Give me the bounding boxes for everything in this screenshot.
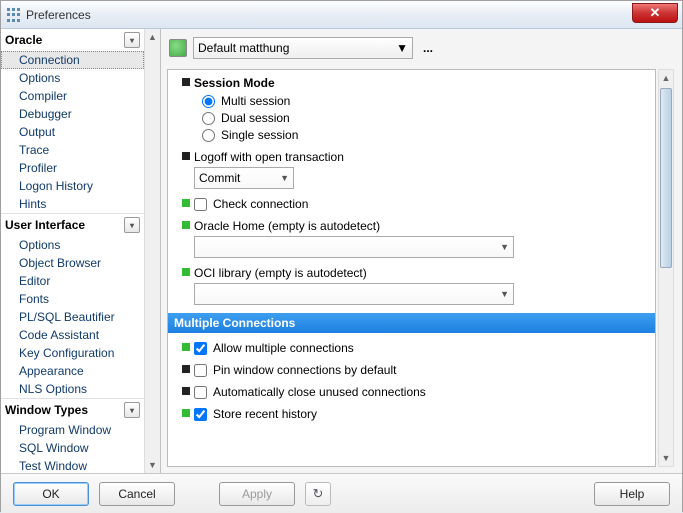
preferences-window: Preferences ✕ Oracle ▾ Connection Option…: [0, 0, 683, 512]
logoff-combo[interactable]: Commit ▼: [194, 167, 294, 189]
sidebar-item-test-window[interactable]: Test Window: [1, 457, 144, 473]
change-marker-icon: [182, 387, 190, 395]
profile-row: Default matthung ▼ ...: [167, 35, 676, 67]
scroll-down-icon[interactable]: ▼: [659, 450, 673, 466]
preferences-icon: [7, 8, 21, 22]
chevron-down-icon: ▼: [280, 173, 289, 183]
sidebar-item-output[interactable]: Output: [1, 123, 144, 141]
change-marker-icon: [182, 409, 190, 417]
oci-library-label: OCI library (empty is autodetect): [194, 266, 647, 280]
radio-input[interactable]: [202, 129, 215, 142]
checkbox-input[interactable]: [194, 386, 207, 399]
help-button[interactable]: Help: [594, 482, 670, 506]
chevron-down-icon: ▼: [500, 289, 509, 299]
scroll-up-icon[interactable]: ▲: [146, 29, 160, 45]
sidebar-item-sql-window[interactable]: SQL Window: [1, 439, 144, 457]
reset-button[interactable]: ↻: [305, 482, 331, 506]
change-marker-icon: [182, 199, 190, 207]
scroll-thumb[interactable]: [660, 88, 672, 268]
change-marker-icon: [182, 152, 190, 160]
radio-single-session[interactable]: Single session: [202, 128, 647, 142]
checkbox-input[interactable]: [194, 198, 207, 211]
profile-more-button[interactable]: ...: [419, 41, 437, 55]
profile-select[interactable]: Default matthung ▼: [193, 37, 413, 59]
sidebar-item-compiler[interactable]: Compiler: [1, 87, 144, 105]
change-marker-icon: [182, 268, 190, 276]
cancel-button[interactable]: Cancel: [99, 482, 175, 506]
sidebar-item-program-window[interactable]: Program Window: [1, 421, 144, 439]
sidebar-item-options[interactable]: Options: [1, 69, 144, 87]
dialog-footer: OK Cancel Apply ↻ Help: [1, 473, 682, 513]
content-area: Default matthung ▼ ... Session Mode Mult…: [161, 29, 682, 473]
sidebar-item-nls-options[interactable]: NLS Options: [1, 380, 144, 398]
radio-input[interactable]: [202, 95, 215, 108]
sidebar-item-hints[interactable]: Hints: [1, 195, 144, 213]
sidebar-item-appearance[interactable]: Appearance: [1, 362, 144, 380]
allow-multiple-row[interactable]: Allow multiple connections: [194, 341, 647, 355]
sidebar-item-logon-history[interactable]: Logon History: [1, 177, 144, 195]
ok-button[interactable]: OK: [13, 482, 89, 506]
category-window-types[interactable]: Window Types ▾: [1, 398, 144, 421]
sidebar-item-debugger[interactable]: Debugger: [1, 105, 144, 123]
category-user-interface[interactable]: User Interface ▾: [1, 213, 144, 236]
radio-multi-session[interactable]: Multi session: [202, 94, 647, 108]
settings-pane: Session Mode Multi session Dual session …: [167, 69, 656, 467]
check-connection-row[interactable]: Check connection: [194, 197, 647, 211]
chevron-down-icon: ▼: [396, 41, 408, 55]
change-marker-icon: [182, 221, 190, 229]
sidebar-item-key-configuration[interactable]: Key Configuration: [1, 344, 144, 362]
change-marker-icon: [182, 365, 190, 373]
multiple-connections-header: Multiple Connections: [168, 313, 655, 333]
logoff-label: Logoff with open transaction: [194, 150, 647, 164]
checkbox-input[interactable]: [194, 408, 207, 421]
oracle-home-combo[interactable]: ▼: [194, 236, 514, 258]
scroll-down-icon[interactable]: ▼: [146, 457, 160, 473]
store-history-row[interactable]: Store recent history: [194, 407, 647, 421]
auto-close-row[interactable]: Automatically close unused connections: [194, 385, 647, 399]
pin-window-row[interactable]: Pin window connections by default: [194, 363, 647, 377]
close-button[interactable]: ✕: [632, 3, 678, 23]
checkbox-input[interactable]: [194, 364, 207, 377]
category-oracle[interactable]: Oracle ▾: [1, 29, 144, 51]
oci-library-combo[interactable]: ▼: [194, 283, 514, 305]
checkbox-input[interactable]: [194, 342, 207, 355]
collapse-icon[interactable]: ▾: [124, 402, 140, 418]
collapse-icon[interactable]: ▾: [124, 217, 140, 233]
sidebar-item-plsql-beautifier[interactable]: PL/SQL Beautifier: [1, 308, 144, 326]
sidebar-item-trace[interactable]: Trace: [1, 141, 144, 159]
change-marker-icon: [182, 78, 190, 86]
sidebar-item-ui-options[interactable]: Options: [1, 236, 144, 254]
chevron-down-icon: ▼: [500, 242, 509, 252]
collapse-icon[interactable]: ▾: [124, 32, 140, 48]
titlebar: Preferences ✕: [1, 1, 682, 29]
sidebar-item-connection[interactable]: Connection: [1, 51, 144, 69]
sidebar-item-profiler[interactable]: Profiler: [1, 159, 144, 177]
oracle-home-label: Oracle Home (empty is autodetect): [194, 219, 647, 233]
sidebar-scrollbar[interactable]: ▲ ▼: [144, 29, 160, 473]
sidebar-item-editor[interactable]: Editor: [1, 272, 144, 290]
apply-button[interactable]: Apply: [219, 482, 295, 506]
session-mode-title: Session Mode: [194, 76, 647, 90]
window-title: Preferences: [26, 8, 91, 22]
sidebar-item-object-browser[interactable]: Object Browser: [1, 254, 144, 272]
change-marker-icon: [182, 343, 190, 351]
content-scrollbar[interactable]: ▲ ▼: [658, 69, 674, 467]
radio-dual-session[interactable]: Dual session: [202, 111, 647, 125]
radio-input[interactable]: [202, 112, 215, 125]
sidebar-item-code-assistant[interactable]: Code Assistant: [1, 326, 144, 344]
scroll-up-icon[interactable]: ▲: [659, 70, 673, 86]
profile-icon: [169, 39, 187, 57]
sidebar-list: Oracle ▾ Connection Options Compiler Deb…: [1, 29, 160, 473]
category-sidebar: Oracle ▾ Connection Options Compiler Deb…: [1, 29, 161, 473]
sidebar-item-fonts[interactable]: Fonts: [1, 290, 144, 308]
